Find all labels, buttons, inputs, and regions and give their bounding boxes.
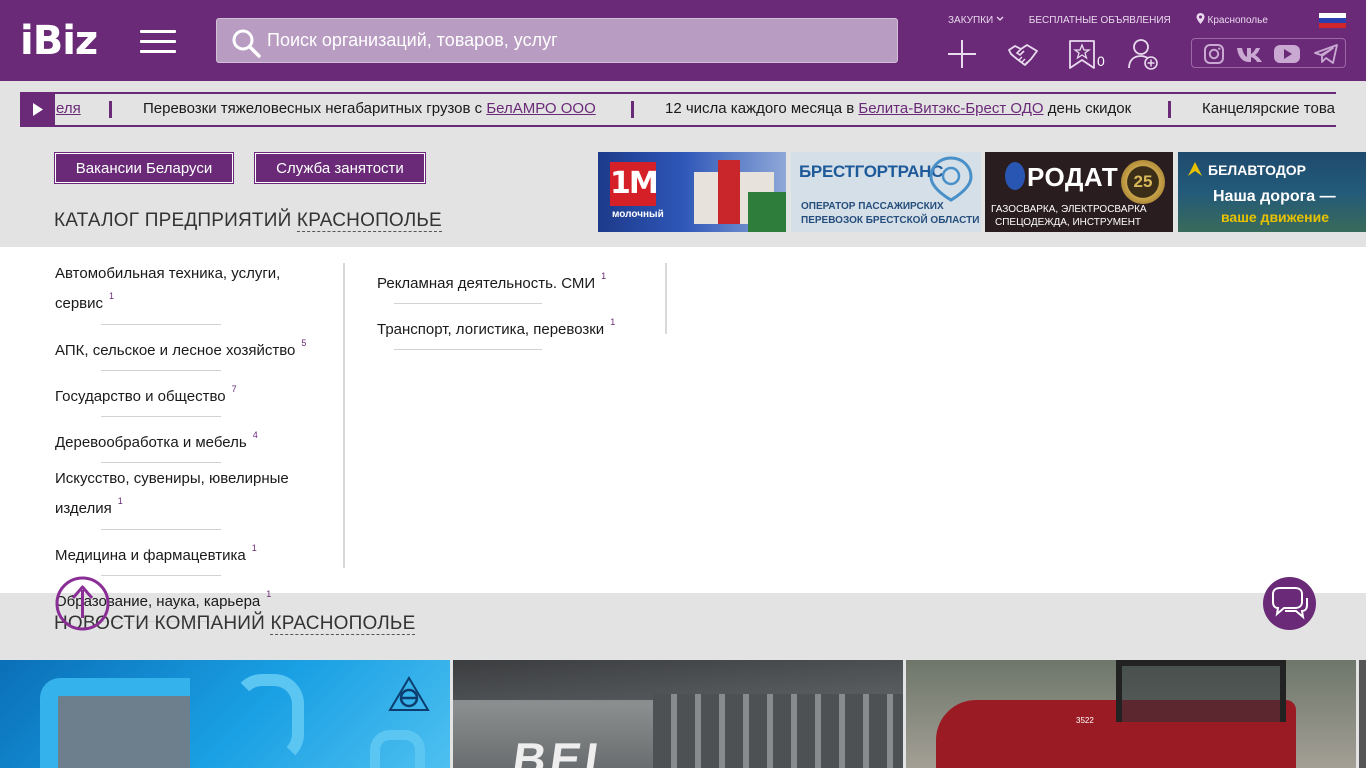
banner-molochny[interactable]: 1M молочный: [598, 152, 786, 232]
item-count: 7: [231, 384, 237, 394]
company-logo-icon: [388, 676, 430, 711]
instagram-icon[interactable]: [1203, 43, 1225, 65]
divider: [101, 370, 221, 371]
catalog-item[interactable]: Государство и общество 7: [55, 378, 343, 408]
ticker-item: еля: [56, 100, 81, 117]
add-user-icon[interactable]: [1127, 38, 1159, 70]
banner-rodat[interactable]: РОДАТ 25 ГАЗОСВАРКА, ЭЛЕКТРОСВАРКА СПЕЦО…: [985, 152, 1173, 232]
telegram-icon[interactable]: [1313, 43, 1339, 65]
play-icon[interactable]: [20, 94, 55, 125]
catalog-column-1: Автомобильная техника, услуги, сервис 1 А…: [55, 263, 345, 622]
belavtodor-logo-icon: [1188, 162, 1202, 176]
location-link[interactable]: Краснополье: [1196, 13, 1268, 26]
search-bar: [216, 18, 898, 63]
divider: [394, 303, 542, 304]
banner-logo: 1M: [610, 162, 659, 206]
russian-flag-icon[interactable]: [1319, 13, 1346, 28]
location-pin-icon: [929, 156, 973, 202]
news-card-image[interactable]: BEL: [453, 660, 903, 768]
vacancies-button[interactable]: Вакансии Беларуси: [54, 152, 234, 184]
catalog-column-2: Рекламная деятельность. СМИ 1 Транспорт, …: [377, 263, 667, 350]
catalog-city-select[interactable]: КРАСНОПОЛЬЕ: [296, 210, 442, 232]
add-icon[interactable]: [946, 38, 978, 70]
menu-icon[interactable]: [140, 30, 176, 54]
chevron-down-icon: [996, 16, 1004, 21]
search-icon[interactable]: [231, 28, 261, 58]
search-input[interactable]: [267, 19, 887, 62]
news-card-image[interactable]: [0, 660, 450, 768]
divider: [101, 529, 221, 530]
news-ticker: еля Перевозки тяжеловесных негабаритных …: [20, 92, 1336, 127]
catalog-item[interactable]: Автомобильная техника, услуги, сервис 1: [55, 263, 305, 315]
item-count: 4: [252, 430, 258, 440]
catalog-item[interactable]: Медицина и фармацевтика 1: [55, 537, 343, 567]
site-header: iBiz ЗАКУПКИ БЕСПЛАТНЫЕ ОБЪЯВЛЕНИЯ Красн…: [0, 0, 1366, 81]
catalog-title: КАТАЛОГ ПРЕДПРИЯТИЙ КРАСНОПОЛЬЕ: [54, 210, 442, 232]
ticker-separator: [1168, 101, 1171, 118]
banner-belavtodor[interactable]: БЕЛАВТОДОР Наша дорога — ваше движение: [1178, 152, 1366, 232]
social-links: [1191, 38, 1346, 68]
top-links: ЗАКУПКИ БЕСПЛАТНЫЕ ОБЪЯВЛЕНИЯ Краснополь…: [948, 13, 1290, 26]
divider: [101, 462, 221, 463]
ticker-company-link[interactable]: Белита-Витэкс-Брест ОДО: [858, 100, 1043, 117]
ticker-item: Канцелярские това: [1202, 100, 1335, 117]
vk-icon[interactable]: [1236, 43, 1266, 65]
catalog-item[interactable]: Деревообработка и мебель 4: [55, 424, 343, 454]
catalog-item[interactable]: АПК, сельское и лесное хозяйство 5: [55, 332, 343, 362]
location-pin-icon: [1196, 13, 1205, 24]
banner-brestgortrans[interactable]: БРЕСТГОРТРАНС ОПЕРАТОР ПАССАЖИРСКИХ ПЕРЕ…: [791, 152, 981, 232]
favorites-icon[interactable]: [1066, 38, 1098, 70]
site-logo[interactable]: iBiz: [20, 20, 98, 62]
ticker-item: 12 числа каждого месяца в Белита-Витэкс-…: [665, 100, 1132, 117]
anniversary-badge: 25: [1121, 160, 1165, 204]
purchases-link[interactable]: ЗАКУПКИ: [948, 15, 1004, 26]
divider: [101, 416, 221, 417]
item-count: 1: [610, 317, 616, 327]
catalog-item[interactable]: Искусство, сувениры, ювелирные изделия 1: [55, 468, 315, 520]
news-card-image[interactable]: 3522: [906, 660, 1356, 768]
favorites-count: 0: [1097, 53, 1105, 69]
divider: [394, 349, 542, 350]
catalog-list: Автомобильная техника, услуги, сервис 1 А…: [0, 247, 1366, 622]
item-count: 1: [109, 291, 115, 301]
item-count: 5: [301, 338, 307, 348]
ticker-item: Перевозки тяжеловесных негабаритных груз…: [143, 100, 596, 117]
news-card-image[interactable]: [1359, 660, 1366, 768]
news-city-select[interactable]: КРАСНОПОЛЬЕ: [270, 613, 416, 635]
item-count: 1: [251, 543, 257, 553]
item-count: 1: [266, 589, 272, 599]
youtube-icon[interactable]: [1273, 43, 1301, 65]
free-ads-link[interactable]: БЕСПЛАТНЫЕ ОБЪЯВЛЕНИЯ: [1029, 15, 1171, 26]
chat-button[interactable]: [1263, 577, 1316, 630]
handshake-icon[interactable]: [1007, 38, 1039, 70]
item-count: 1: [601, 271, 607, 281]
item-count: 1: [117, 496, 123, 506]
catalog-item[interactable]: Рекламная деятельность. СМИ 1: [377, 265, 665, 295]
divider: [101, 575, 221, 576]
divider: [101, 324, 221, 325]
catalog-item[interactable]: Транспорт, логистика, перевозки 1: [377, 311, 665, 341]
ticker-separator: [109, 101, 112, 118]
scroll-up-icon[interactable]: [55, 576, 110, 631]
building-sign: BEL: [509, 733, 621, 768]
employment-service-button[interactable]: Служба занятости: [254, 152, 426, 184]
ticker-separator: [631, 101, 634, 118]
ticker-company-link[interactable]: БелАМРО ООО: [486, 100, 595, 117]
chat-icon: [1272, 587, 1308, 620]
